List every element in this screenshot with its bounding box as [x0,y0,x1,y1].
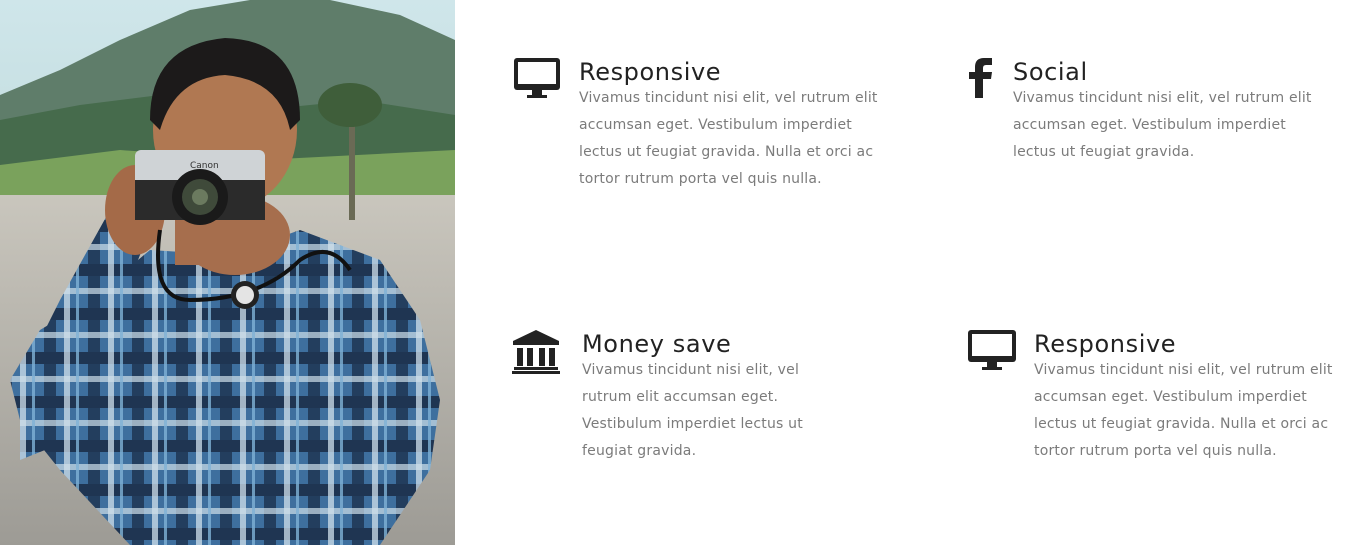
feature-money-save: Money save Vivamus tincidunt nisi elit, … [512,329,912,479]
feature-title: Money save [582,330,732,358]
feature-title: Responsive [1034,330,1177,358]
feature-social: Social Vivamus tincidunt nisi elit, vel … [968,57,1358,177]
monitor-icon [968,329,1016,375]
feature-responsive-2: Responsive Vivamus tincidunt nisi elit, … [968,329,1358,499]
camera-brand-label: Canon [190,161,219,171]
feature-title: Responsive [579,58,722,86]
facebook-icon [968,57,994,103]
feature-description: Vivamus tincidunt nisi elit, vel rutrum … [579,90,878,187]
bank-icon [512,329,560,379]
monitor-icon [514,57,560,103]
feature-responsive: Responsive Vivamus tincidunt nisi elit, … [514,57,914,227]
feature-description: Vivamus tincidunt nisi elit, vel rutrum … [582,362,803,459]
photographer-photo: Canon [0,0,455,545]
feature-description: Vivamus tincidunt nisi elit, vel rutrum … [1034,362,1333,459]
feature-description: Vivamus tincidunt nisi elit, vel rutrum … [1013,90,1312,160]
feature-title: Social [1013,58,1088,86]
